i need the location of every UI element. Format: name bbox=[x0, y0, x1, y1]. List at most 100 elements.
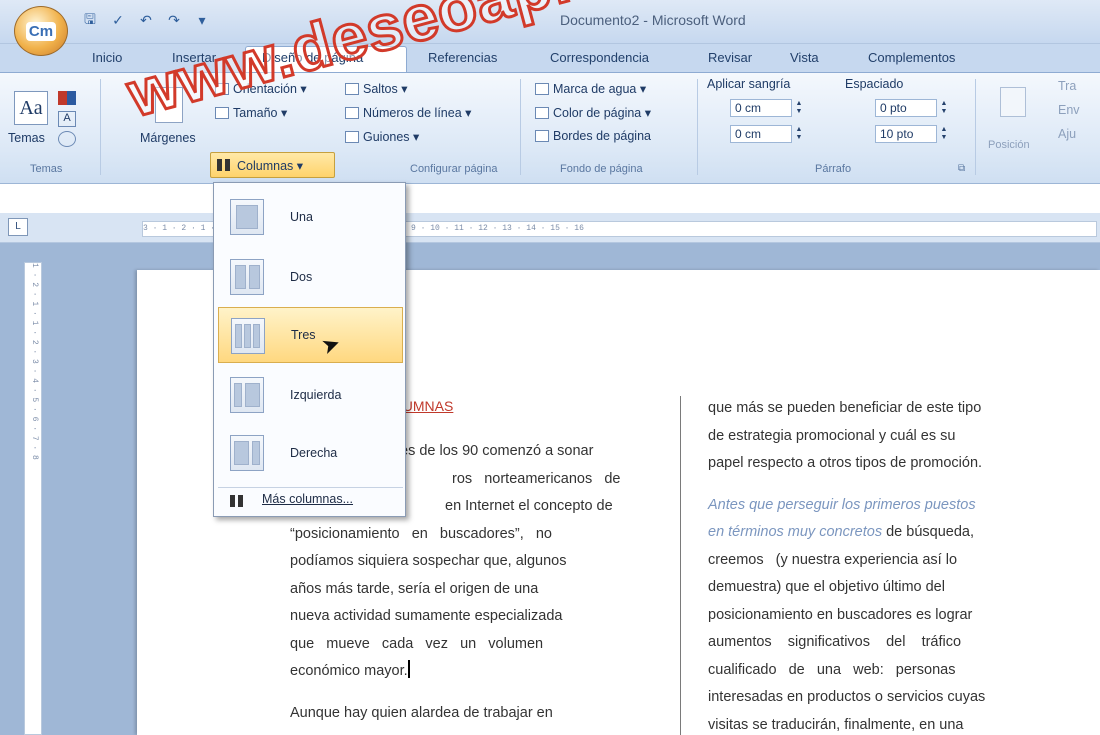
spin-arrows-icon[interactable]: ▲ ▼ bbox=[938, 100, 950, 116]
text-line-mixed: en términos muy concretos de búsqueda, bbox=[708, 519, 1060, 547]
one-column-icon bbox=[230, 199, 264, 235]
text-line: visitas se traducirán, finalmente, en un… bbox=[708, 716, 964, 733]
menu-item-dos[interactable]: Dos bbox=[218, 249, 403, 305]
text-line: interesadas en productos o servicios cuy… bbox=[708, 689, 986, 705]
hyphenation-icon bbox=[345, 131, 359, 143]
group-parrafo-label: Párrafo bbox=[815, 163, 852, 175]
theme-fonts-icon[interactable]: A bbox=[58, 111, 76, 127]
menu-item-tres[interactable]: Tres bbox=[218, 307, 403, 363]
hyphenation-button[interactable]: Guiones ▾ bbox=[345, 129, 419, 144]
tab-selector-icon[interactable]: L bbox=[8, 218, 28, 236]
group-config-label: Configurar página bbox=[410, 163, 498, 175]
spacing-label: Espaciado bbox=[845, 77, 904, 91]
menu-item-derecha[interactable]: Derecha bbox=[218, 425, 403, 481]
indent-left-input[interactable]: 0 cm ▲ ▼ bbox=[730, 99, 802, 117]
page-color-button[interactable]: Color de página ▾ bbox=[535, 105, 651, 120]
group-temas-label: Temas bbox=[30, 163, 63, 175]
text-line: cualificado de una web: personas bbox=[708, 661, 956, 678]
vertical-ruler[interactable]: 1 · 2 · 1 · 1 · 2 · 3 · 4 · 5 · 6 · 7 · … bbox=[24, 262, 42, 735]
menu-item-una[interactable]: Una bbox=[218, 189, 403, 245]
columns-button[interactable]: Columnas ▾ bbox=[210, 152, 335, 178]
left-column-icon bbox=[230, 377, 264, 413]
emphasis-text: en términos muy concretos bbox=[708, 524, 883, 540]
watermark-icon bbox=[535, 83, 549, 95]
column-separator bbox=[680, 396, 681, 735]
spin-arrows-icon[interactable]: ▲ ▼ bbox=[793, 100, 805, 116]
group-separator bbox=[100, 79, 101, 175]
themes-icon[interactable]: Aa bbox=[14, 91, 48, 125]
text-caret bbox=[407, 660, 410, 678]
group-separator bbox=[697, 79, 698, 175]
text-line: años más tarde, sería el origen de una bbox=[290, 580, 539, 597]
group-fondo-label: Fondo de página bbox=[560, 163, 643, 175]
redo-icon[interactable]: ↷ bbox=[164, 12, 184, 30]
spelling-icon[interactable]: ✓ bbox=[108, 12, 128, 30]
menu-item-label: Una bbox=[290, 210, 313, 224]
breaks-icon bbox=[345, 83, 359, 95]
spacing-before-input[interactable]: 0 pto ▲ ▼ bbox=[875, 99, 947, 117]
tab-correspondencia[interactable]: Correspondencia bbox=[550, 50, 649, 65]
text-line-with-caret: económico mayor. bbox=[290, 658, 652, 686]
save-icon[interactable]: 🖫 bbox=[80, 12, 100, 30]
spacing-after-input[interactable]: 10 pto ▲ ▼ bbox=[875, 125, 947, 143]
text-line: que mueve cada vez un volumen bbox=[290, 635, 544, 652]
indent-right-input[interactable]: 0 cm ▲ ▼ bbox=[730, 125, 802, 143]
group-separator bbox=[520, 79, 521, 175]
indent-left-value: 0 cm bbox=[735, 101, 762, 115]
text-line: que más se pueden beneficiar de este tip… bbox=[708, 400, 982, 416]
menu-item-label: Derecha bbox=[290, 446, 338, 460]
wrap-text-button[interactable]: Aju bbox=[1058, 127, 1076, 141]
line-numbers-icon bbox=[345, 107, 359, 119]
dialog-launcher-icon[interactable]: ⧉ bbox=[958, 163, 965, 174]
tab-revisar[interactable]: Revisar bbox=[708, 50, 752, 65]
window-title: Documento2 - Microsoft Word bbox=[560, 12, 746, 28]
text-line: “posicionamiento en buscadores”, no bbox=[290, 525, 552, 542]
size-label: Tamaño ▾ bbox=[233, 106, 288, 120]
breaks-button[interactable]: Saltos ▾ bbox=[345, 81, 408, 96]
menu-item-label: Tres bbox=[291, 328, 316, 342]
send-back-button[interactable]: Env bbox=[1058, 103, 1080, 117]
text-line: podíamos siquiera sospechar que, algunos bbox=[290, 553, 567, 569]
menu-item-izquierda[interactable]: Izquierda bbox=[218, 367, 403, 423]
menu-item-label: Dos bbox=[290, 270, 313, 284]
page-borders-button[interactable]: Bordes de página bbox=[535, 129, 651, 143]
spin-arrows-icon[interactable]: ▲ ▼ bbox=[938, 126, 950, 142]
tab-referencias[interactable]: Referencias bbox=[428, 50, 497, 65]
hyphenation-label: Guiones ▾ bbox=[363, 130, 420, 144]
page-borders-label: Bordes de página bbox=[553, 129, 651, 143]
tab-inicio[interactable]: Inicio bbox=[92, 50, 122, 65]
text-line: nueva actividad sumamente especializada bbox=[290, 608, 563, 624]
watermark-button[interactable]: Marca de agua ▾ bbox=[535, 81, 646, 96]
text-line: de estrategia promocional y cuál es su bbox=[708, 427, 956, 444]
position-icon[interactable] bbox=[1000, 87, 1026, 117]
position-button[interactable]: Posición bbox=[988, 139, 1030, 151]
right-column[interactable]: que más se pueden beneficiar de este tip… bbox=[708, 395, 1060, 735]
spin-arrows-icon[interactable]: ▲ ▼ bbox=[793, 126, 805, 142]
text-line: creemos (y nuestra experiencia así lo bbox=[708, 551, 958, 568]
more-columns-icon bbox=[230, 495, 244, 507]
theme-effects-icon[interactable] bbox=[58, 131, 76, 147]
tab-complementos[interactable]: Complementos bbox=[868, 50, 955, 65]
margins-button[interactable]: Márgenes bbox=[140, 131, 196, 145]
tab-vista[interactable]: Vista bbox=[790, 50, 819, 65]
emphasis-line: Antes que perseguir los primeros puestos bbox=[708, 496, 976, 513]
office-button[interactable]: Cm bbox=[14, 6, 68, 56]
undo-icon[interactable]: ↶ bbox=[136, 12, 156, 30]
columns-icon bbox=[217, 159, 231, 171]
page-color-label: Color de página ▾ bbox=[553, 106, 652, 120]
themes-button[interactable]: Temas bbox=[8, 131, 45, 145]
right-column-icon bbox=[230, 435, 264, 471]
menu-item-more-columns[interactable]: Más columnas... bbox=[218, 487, 403, 513]
text-line: de búsqueda, bbox=[882, 524, 974, 540]
line-numbers-button[interactable]: Números de línea ▾ bbox=[345, 105, 471, 120]
indent-right-value: 0 cm bbox=[735, 127, 762, 141]
text-line: aumentos significativos del tráfico bbox=[708, 634, 962, 650]
menu-item-label: Más columnas... bbox=[262, 492, 354, 506]
text-line: económico mayor. bbox=[290, 663, 408, 679]
customize-icon[interactable]: ▾ bbox=[192, 12, 212, 30]
watermark-label: Marca de agua ▾ bbox=[553, 82, 647, 96]
text-line: posicionamiento en buscadores es lograr bbox=[708, 606, 973, 623]
theme-colors-icon[interactable] bbox=[58, 91, 76, 105]
spacing-before-value: 0 pto bbox=[880, 101, 907, 115]
bring-front-button[interactable]: Tra bbox=[1058, 79, 1076, 93]
